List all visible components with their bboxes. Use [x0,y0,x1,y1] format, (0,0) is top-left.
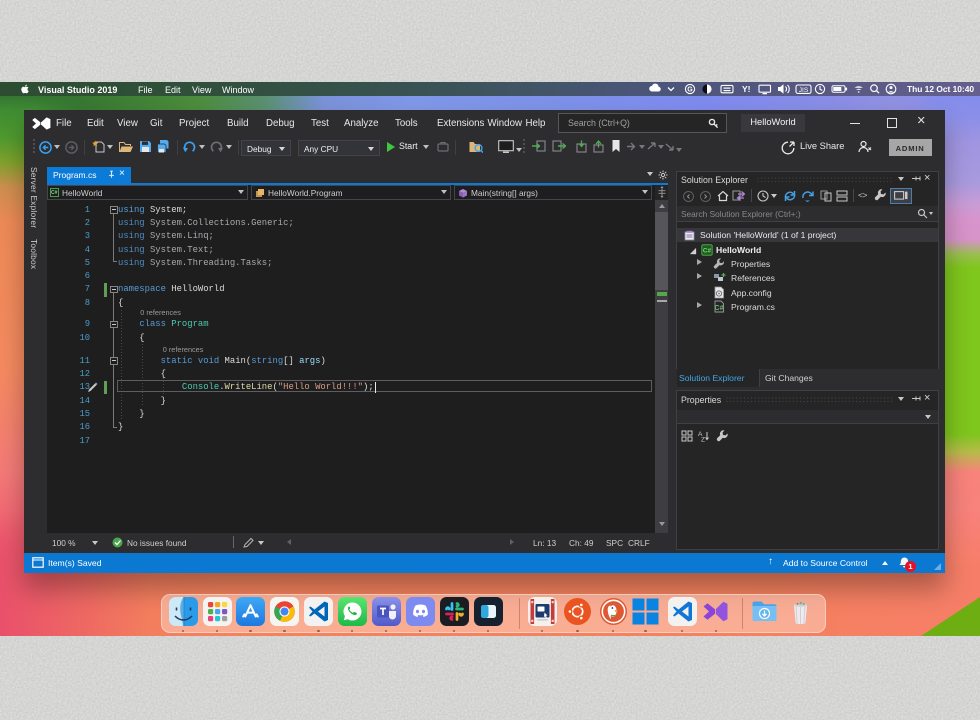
svg-text:Y!: Y! [742,84,751,94]
svg-text:JIS: JIS [799,87,809,94]
svg-text:C#: C# [703,247,712,254]
svg-text:Z: Z [701,437,705,443]
svg-text:G: G [687,87,693,94]
svg-text:C#: C# [715,305,724,312]
